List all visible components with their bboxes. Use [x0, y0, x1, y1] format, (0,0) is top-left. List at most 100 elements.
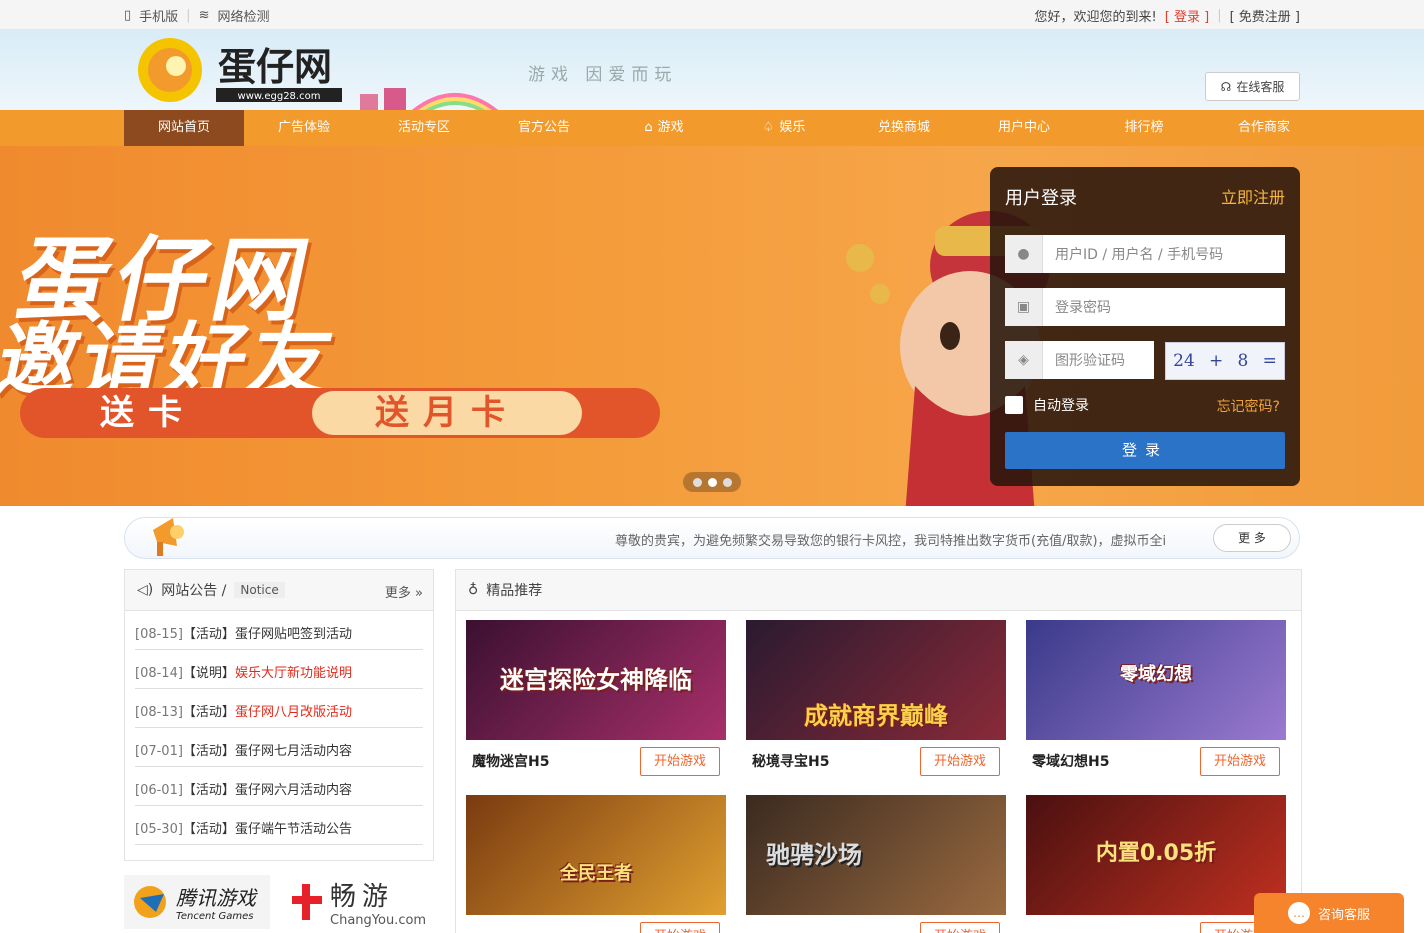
nav-item-announcements[interactable]: 官方公告 — [484, 110, 604, 146]
game-cover-text: 驰骋沙场 — [766, 841, 862, 869]
nav-item-shop[interactable]: 兑换商城 — [844, 110, 964, 146]
captcha-placeholder: 图形验证码 — [1055, 353, 1125, 369]
nav-item-games[interactable]: ⌂ 游戏 — [604, 110, 724, 146]
game-card[interactable]: 零域幻想 零域幻想H5 开始游戏 — [1026, 620, 1286, 780]
online-service-label: 在线客服 — [1236, 80, 1285, 94]
start-game-button[interactable]: 开始游戏 — [640, 922, 720, 933]
password-field[interactable]: ▣ 登录密码 — [1005, 288, 1285, 326]
game-cover[interactable]: 驰骋沙场 — [746, 795, 1006, 915]
announcement-tag: 【说明】 — [182, 666, 235, 681]
game-cover[interactable]: 内置0.05折 — [1026, 795, 1286, 915]
nav-label: 娱乐 — [779, 120, 806, 135]
captcha-digit: + — [1209, 351, 1224, 371]
gamepad-icon: ⌂ — [644, 120, 653, 135]
carousel-dot-active[interactable] — [707, 477, 717, 487]
game-card[interactable]: 驰骋沙场 开始游戏 — [746, 795, 1006, 933]
nav-label: 用户中心 — [997, 120, 1050, 135]
notice-more-button[interactable]: 更 多 — [1213, 524, 1291, 552]
announcement-item[interactable]: [08-14]【说明】娱乐大厅新功能说明 — [135, 650, 423, 689]
start-game-button[interactable]: 开始游戏 — [1200, 747, 1280, 776]
start-game-button[interactable]: 开始游戏 — [920, 747, 1000, 776]
nav-item-home[interactable]: 网站首页 — [124, 110, 244, 146]
announcement-date: [07-01] — [135, 744, 183, 759]
nav-item-ad-experience[interactable]: 广告体验 — [244, 110, 364, 146]
captcha-field[interactable]: ◈ 图形验证码 — [1005, 341, 1154, 379]
auto-login-checkbox[interactable]: 自动登录 — [1005, 395, 1089, 415]
game-card[interactable]: 迷宫探险女神降临 魔物迷宫H5 开始游戏 — [466, 620, 726, 780]
announcement-item[interactable]: [07-01]【活动】蛋仔网七月活动内容 — [135, 728, 423, 767]
nav-label: 排行榜 — [1124, 120, 1164, 135]
logo-url: www.egg28.com — [238, 91, 321, 102]
carousel-dot[interactable] — [722, 477, 732, 487]
captcha-digit: = — [1262, 351, 1277, 371]
recommended-header: ♁ 精品推荐 — [456, 570, 1301, 611]
start-game-button[interactable]: 开始游戏 — [640, 747, 720, 776]
login-submit-button[interactable]: 登录 — [1005, 432, 1285, 469]
login-link[interactable]: [ 登录 ] — [1165, 6, 1209, 25]
login-title: 用户登录 — [1005, 188, 1077, 209]
announcement-item[interactable]: [05-30]【活动】蛋仔端午节活动公告 — [135, 806, 423, 845]
game-name: 零域幻想H5 — [1032, 754, 1110, 770]
game-card[interactable]: 成就商界巅峰 秘境寻宝H5 开始游戏 — [746, 620, 1006, 780]
speaker-icon: ◁) — [137, 582, 154, 598]
online-service-button[interactable]: ☊ 在线客服 — [1205, 72, 1300, 101]
forgot-password-link[interactable]: 忘记密码? — [1217, 396, 1280, 416]
announcement-item[interactable]: [08-15]【活动】蛋仔网贴吧签到活动 — [135, 611, 423, 650]
banner-pill: 送卡 送月卡 — [20, 388, 660, 438]
carousel-dot[interactable] — [692, 477, 702, 487]
game-cover[interactable]: 迷宫探险女神降临 — [466, 620, 726, 740]
username-field[interactable]: ● 用户ID / 用户名 / 手机号码 — [1005, 235, 1285, 273]
game-cover[interactable]: 零域幻想 — [1026, 620, 1286, 740]
start-game-button[interactable]: 开始游戏 — [920, 922, 1000, 933]
announcement-item[interactable]: [08-13]【活动】蛋仔网八月改版活动 — [135, 689, 423, 728]
game-cover[interactable]: 全民王者 — [466, 795, 726, 915]
game-cover[interactable]: 成就商界巅峰 — [746, 620, 1006, 740]
announcement-tag: 【活动】 — [182, 783, 235, 798]
nav-label: 合作商家 — [1237, 120, 1290, 135]
scrolling-notice-bar: 尊敬的贵宾，为避免频繁交易导致您的银行卡风控，我司特推出数字货币(充值/取款)，… — [124, 517, 1300, 559]
game-cover-text: 成就商界巅峰 — [804, 702, 948, 730]
network-check-link[interactable]: 网络检测 — [217, 6, 269, 25]
announcement-text: 蛋仔网八月改版活动 — [234, 705, 352, 720]
announcement-date: [05-30] — [135, 822, 183, 837]
floating-service-button[interactable]: … 咨询客服 — [1254, 893, 1404, 933]
nav-item-events[interactable]: 活动专区 — [364, 110, 484, 146]
nav-item-partners[interactable]: 合作商家 — [1204, 110, 1324, 146]
username-placeholder: 用户ID / 用户名 / 手机号码 — [1055, 247, 1224, 263]
announcement-item[interactable]: [06-01]【活动】蛋仔网六月活动内容 — [135, 767, 423, 806]
mobile-link[interactable]: 手机版 — [139, 6, 178, 25]
nav-item-entertainment[interactable]: ♤ 娱乐 — [724, 110, 844, 146]
captcha-digit: 8 — [1237, 351, 1249, 371]
slogan: 游戏 因爱而玩 — [528, 65, 678, 85]
changyou-logo[interactable]: 畅游 ChangYou.com — [290, 876, 426, 928]
banner-pill-text-2: 送月卡 — [312, 391, 582, 435]
top-bar: ▯ 手机版 | ≋ 网络检测 您好，欢迎您的到来! [ 登录 ] | [ 免费注… — [0, 0, 1424, 30]
mobile-icon: ▯ — [124, 7, 132, 23]
game-card[interactable]: 内置0.05折 开始游戏 — [1026, 795, 1286, 933]
register-now-link[interactable]: 立即注册 — [1221, 184, 1285, 208]
announcements-panel: ◁) 网站公告 / Notice 更多 » [08-15]【活动】蛋仔网贴吧签到… — [124, 569, 434, 861]
password-placeholder: 登录密码 — [1055, 300, 1111, 316]
nav-label: 活动专区 — [397, 120, 450, 135]
bulb-icon: ♁ — [468, 582, 479, 598]
announcement-text: 蛋仔网六月活动内容 — [234, 783, 352, 798]
game-cover-text: 内置0.05折 — [1095, 841, 1217, 866]
floating-service-label: 咨询客服 — [1317, 907, 1370, 923]
shield-icon: ◈ — [1005, 341, 1043, 379]
banner-pill-text-1: 送卡 — [100, 393, 196, 433]
checkbox-box[interactable] — [1005, 396, 1023, 414]
chat-bubble-icon: … — [1287, 902, 1310, 924]
announcements-more-link[interactable]: 更多 » — [385, 582, 423, 601]
site-logo[interactable]: 蛋仔网 www.egg28.com — [136, 36, 346, 106]
tencent-games-logo[interactable]: 腾讯游戏 Tencent Games — [124, 874, 270, 929]
divider: | — [186, 7, 191, 23]
changyou-name: 畅游 — [330, 881, 395, 912]
nav-item-user-center[interactable]: 用户中心 — [964, 110, 1084, 146]
welcome-text: 您好，欢迎您的到来! — [1034, 9, 1157, 25]
nav-label: 游戏 — [657, 120, 684, 135]
register-link[interactable]: [ 免费注册 ] — [1230, 6, 1300, 25]
nav-item-ranking[interactable]: 排行榜 — [1084, 110, 1204, 146]
game-card[interactable]: 全民王者 开始游戏 — [466, 795, 726, 933]
site-header: 蛋仔网 www.egg28.com 游戏 因爱而玩 ☊ 在线客服 — [0, 30, 1424, 110]
captcha-image[interactable]: 24 + 8 = — [1165, 342, 1285, 380]
